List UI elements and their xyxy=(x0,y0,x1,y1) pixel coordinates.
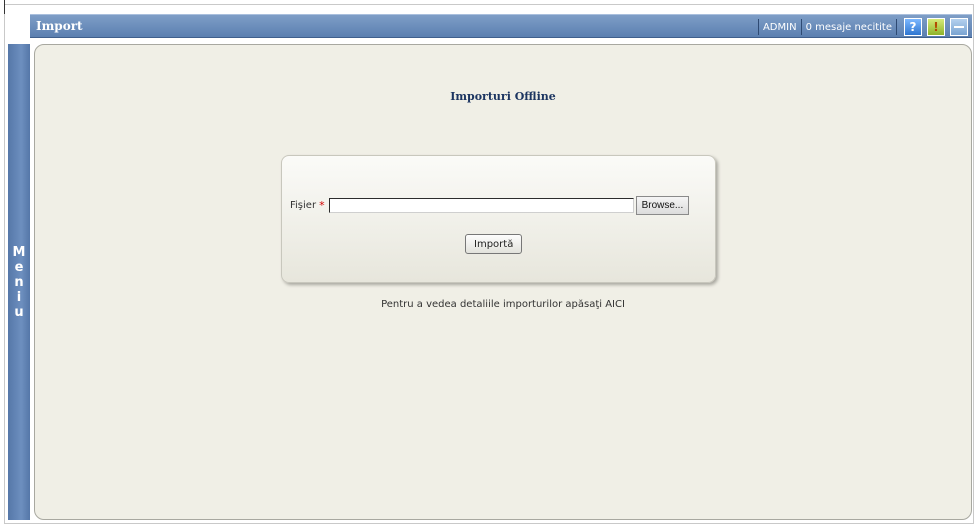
alert-icon[interactable]: ! xyxy=(927,18,945,36)
header-status-area: ADMIN 0 mesaje necitite ? ! xyxy=(756,17,968,37)
menu-letter: e xyxy=(14,259,24,275)
separator xyxy=(800,19,802,35)
menu-letter: i xyxy=(16,289,22,305)
menu-letter: u xyxy=(14,304,24,320)
side-menu-toggle[interactable]: M e n i u xyxy=(8,44,30,520)
file-field-row: Fişier * Browse... xyxy=(290,196,690,215)
help-icon[interactable]: ? xyxy=(904,18,922,36)
browse-button[interactable]: Browse... xyxy=(635,196,690,215)
import-details-link[interactable]: Pentru a vedea detaliile importurilor ap… xyxy=(35,299,971,310)
import-button[interactable]: Importă xyxy=(465,234,523,254)
menu-letter: M xyxy=(12,244,26,260)
import-form: Fişier * Browse... Importă xyxy=(281,155,716,283)
unread-messages-link[interactable]: 0 mesaje necitite xyxy=(806,22,892,33)
page-header-title: Import xyxy=(36,19,83,33)
file-label: Fişier xyxy=(290,200,317,211)
user-name[interactable]: ADMIN xyxy=(763,22,797,33)
main-panel: Importuri Offline Fişier * Browse... Imp… xyxy=(34,44,972,520)
header-bar: Import ADMIN 0 mesaje necitite ? ! xyxy=(30,14,972,38)
separator xyxy=(896,19,897,35)
file-input[interactable] xyxy=(328,198,634,213)
page-title: Importuri Offline xyxy=(450,90,556,103)
separator xyxy=(757,19,759,35)
minimize-icon[interactable] xyxy=(950,18,968,36)
required-marker: * xyxy=(319,199,325,212)
frame-corner xyxy=(0,0,5,14)
menu-letter: n xyxy=(14,274,24,290)
